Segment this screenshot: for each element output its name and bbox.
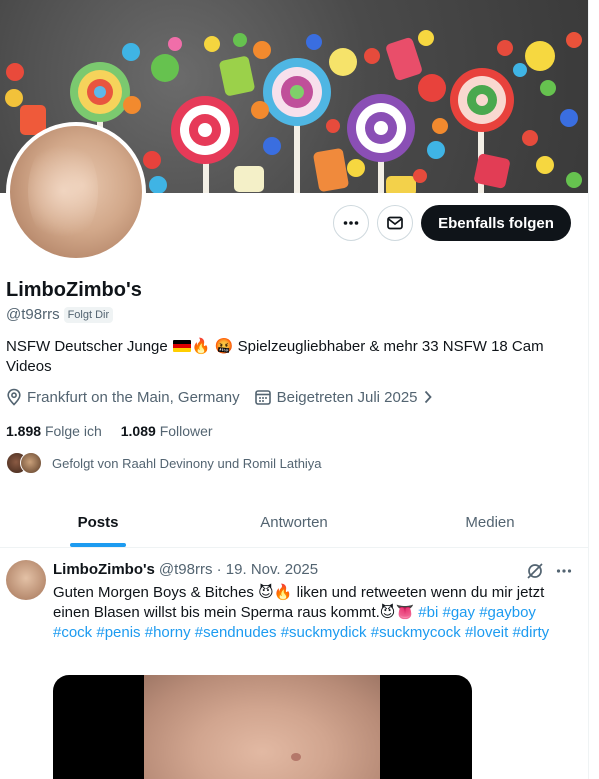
hashtag[interactable]: #bi: [418, 604, 438, 621]
active-tab-indicator: [70, 543, 126, 547]
followers-count: 1.089: [120, 423, 156, 439]
smiling-devil-emoji-icon: 😈: [379, 604, 396, 621]
fire-emoji-icon: 🔥: [273, 584, 293, 601]
profile-bio: NSFW Deutscher Junge 🔥 🤬 Spielzeugliebha…: [6, 337, 566, 377]
envelope-icon: [387, 216, 403, 230]
chevron-right-icon: [424, 390, 432, 404]
followed-by-row[interactable]: Gefolgt von Raahl Devinony und Romil Lat…: [6, 452, 322, 474]
message-button[interactable]: [377, 205, 413, 241]
hashtag[interactable]: #suckmydick: [281, 624, 367, 641]
followers-link[interactable]: 1.089 Follower: [121, 423, 213, 439]
tab-media[interactable]: Medien: [392, 497, 588, 547]
follows-you-badge: Folgt Dir: [63, 306, 114, 323]
fire-emoji-icon: 🔥: [191, 338, 211, 355]
bio-text-1: NSFW Deutscher Junge: [6, 338, 168, 355]
tab-label: Medien: [465, 513, 515, 531]
location: Frankfurt on the Main, Germany: [6, 388, 240, 406]
profile-avatar[interactable]: [6, 122, 146, 262]
page-scrollbar-gutter: [588, 0, 599, 779]
post-text-1: Guten Morgen Boys & Bitches: [53, 584, 254, 601]
join-date-text: Beigetreten Juli 2025: [276, 388, 418, 406]
followed-by-text: Gefolgt von Raahl Devinony und Romil Lat…: [52, 455, 322, 471]
tongue-emoji-icon: 👅: [395, 604, 415, 621]
profile-meta: Frankfurt on the Main, Germany Beigetret…: [6, 388, 433, 406]
following-link[interactable]: 1.898 Folge ich: [6, 423, 102, 439]
post-photo: [144, 675, 380, 779]
tab-label: Posts: [77, 513, 119, 531]
profile-name: LimboZimbo's: [6, 279, 142, 301]
hashtag[interactable]: #penis: [96, 624, 140, 641]
post-media[interactable]: [53, 675, 472, 779]
hashtag[interactable]: #cock: [53, 624, 92, 641]
hashtag[interactable]: #suckmycock: [371, 624, 461, 641]
post[interactable]: LimboZimbo's @t98rrs · 19. Nov. 2025 Gut…: [0, 548, 588, 779]
more-horizontal-icon: [343, 221, 359, 225]
profile-tabs: Posts Antworten Medien: [0, 497, 588, 548]
hashtag[interactable]: #sendnudes: [195, 624, 277, 641]
hashtag[interactable]: #horny: [145, 624, 191, 641]
post-author-name[interactable]: LimboZimbo's: [53, 561, 155, 578]
post-header-actions: [525, 561, 573, 581]
calendar-icon: [254, 390, 271, 405]
post-header: LimboZimbo's @t98rrs · 19. Nov. 2025: [53, 561, 318, 578]
hashtag[interactable]: #gay: [443, 604, 476, 621]
german-flag-icon: [172, 340, 191, 352]
handle-row: @t98rrs Folgt Dir: [6, 306, 114, 323]
location-text: Frankfurt on the Main, Germany: [27, 388, 240, 406]
hashtag[interactable]: #gayboy: [479, 604, 536, 621]
join-date[interactable]: Beigetreten Juli 2025: [254, 388, 433, 406]
tab-replies[interactable]: Antworten: [196, 497, 392, 547]
tab-label: Antworten: [260, 513, 328, 531]
tab-posts[interactable]: Posts: [0, 497, 196, 547]
smiling-devil-emoji-icon: 😈: [258, 584, 274, 601]
post-more-icon[interactable]: [555, 562, 573, 580]
following-label: Folge ich: [44, 423, 102, 439]
post-text: Guten Morgen Boys & Bitches 😈🔥 liken und…: [53, 583, 563, 643]
post-meta: @t98rrs · 19. Nov. 2025: [158, 561, 319, 578]
follow-stats: 1.898 Folge ich 1.089 Follower: [6, 423, 213, 439]
hashtag[interactable]: #loveit: [465, 624, 508, 641]
post-author-avatar[interactable]: [6, 560, 46, 600]
following-count: 1.898: [6, 423, 42, 439]
followers-label: Follower: [159, 423, 213, 439]
more-button[interactable]: [333, 205, 369, 241]
grok-icon[interactable]: [525, 561, 545, 581]
devil-face-emoji-icon: 🤬: [214, 338, 234, 355]
location-pin-icon: [7, 388, 21, 406]
follower-avatar: [20, 452, 42, 474]
hashtag[interactable]: #dirty: [512, 624, 549, 641]
follow-back-button[interactable]: Ebenfalls folgen: [421, 205, 571, 241]
profile-handle: @t98rrs: [6, 306, 60, 323]
